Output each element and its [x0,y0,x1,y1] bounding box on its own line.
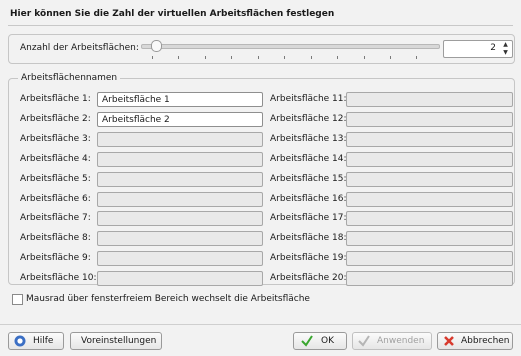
row-label: Arbeitsfläche 10: [20,273,97,284]
name-input[interactable] [97,191,263,207]
slider-tick [178,56,179,59]
spin-up-icon[interactable]: ▲ [500,41,511,48]
ok-button[interactable]: OK [293,332,347,350]
row-label: Arbeitsfläche 16: [270,193,347,204]
footer-divider [0,324,521,325]
count-label: Anzahl der Arbeitsflächen: [20,43,139,53]
help-label: Hilfe [33,336,54,346]
name-input[interactable] [346,211,513,227]
name-input[interactable] [97,151,263,167]
check-icon [301,335,313,347]
name-input[interactable] [346,171,513,187]
row-label: Arbeitsfläche 1: [20,94,91,104]
help-icon [14,335,26,347]
slider-tick [205,56,206,59]
slider-tick [284,56,285,59]
row-label: Arbeitsfläche 3: [20,133,91,144]
row-label: Arbeitsfläche 7: [20,213,91,224]
row-label: Arbeitsfläche 18: [270,233,347,244]
defaults-label: Voreinstellungen [81,336,157,346]
slider-tick [311,56,312,59]
name-input[interactable] [97,271,263,287]
name-input[interactable] [346,271,513,287]
name-input[interactable] [97,171,263,187]
row-label: Arbeitsfläche 20: [270,273,347,284]
name-input[interactable] [346,131,513,147]
name-input-value: Arbeitsfläche 2 [102,114,170,125]
cancel-label: Abbrechen [461,336,510,346]
defaults-button[interactable]: Voreinstellungen [70,332,162,350]
name-input[interactable] [97,231,263,247]
row-label: Arbeitsfläche 12: [270,113,347,124]
close-icon [444,336,454,346]
name-input[interactable] [97,251,263,267]
name-input[interactable] [346,251,513,267]
row-label: Arbeitsfläche 9: [20,253,91,264]
cancel-button[interactable]: Abbrechen [437,332,513,350]
slider-tick [258,56,259,59]
name-input[interactable] [97,131,263,147]
check-icon [358,335,370,347]
help-button[interactable]: Hilfe [8,332,64,350]
page-title: Hier können Sie die Zahl der virtuellen … [10,9,335,19]
row-label: Arbeitsfläche 17: [270,213,347,224]
apply-button[interactable]: Anwenden [352,332,432,350]
slider-tick [364,56,365,59]
name-input[interactable]: Arbeitsfläche 1 [97,92,263,107]
name-input[interactable] [346,92,513,107]
name-input[interactable] [346,191,513,207]
name-input-value: Arbeitsfläche 1 [102,95,170,105]
apply-label: Anwenden [377,336,425,346]
name-input[interactable] [346,111,513,127]
spin-down-icon[interactable]: ▼ [500,49,511,56]
row-label: Arbeitsfläche 8: [20,233,91,244]
row-label: Arbeitsfläche 6: [20,193,91,204]
count-spinbox[interactable]: 2 ▲ ▼ [443,40,513,58]
count-value: 2 [490,43,496,53]
row-label: Arbeitsfläche 5: [20,173,91,184]
names-legend: Arbeitsflächennamen [18,73,121,83]
slider-tick [231,56,232,59]
row-label: Arbeitsfläche 15: [270,173,347,184]
name-input[interactable] [346,151,513,167]
name-input[interactable]: Arbeitsfläche 2 [97,111,263,127]
wheel-checkbox[interactable] [12,294,23,305]
row-label: Arbeitsfläche 13: [270,133,347,144]
header-divider [8,25,513,26]
name-input[interactable] [346,231,513,247]
row-label: Arbeitsfläche 19: [270,253,347,264]
ok-label: OK [321,336,334,346]
slider-tick [337,56,338,59]
row-label: Arbeitsfläche 2: [20,113,91,124]
name-input[interactable] [97,211,263,227]
row-label: Arbeitsfläche 11: [270,94,347,104]
count-slider[interactable] [141,44,440,49]
row-label: Arbeitsfläche 14: [270,153,347,164]
slider-handle[interactable] [151,40,162,52]
slider-tick [416,56,417,59]
slider-tick [390,56,391,59]
wheel-option-label[interactable]: Mausrad über fensterfreiem Bereich wechs… [26,294,310,304]
row-label: Arbeitsfläche 4: [20,153,91,164]
slider-tick [152,56,153,59]
